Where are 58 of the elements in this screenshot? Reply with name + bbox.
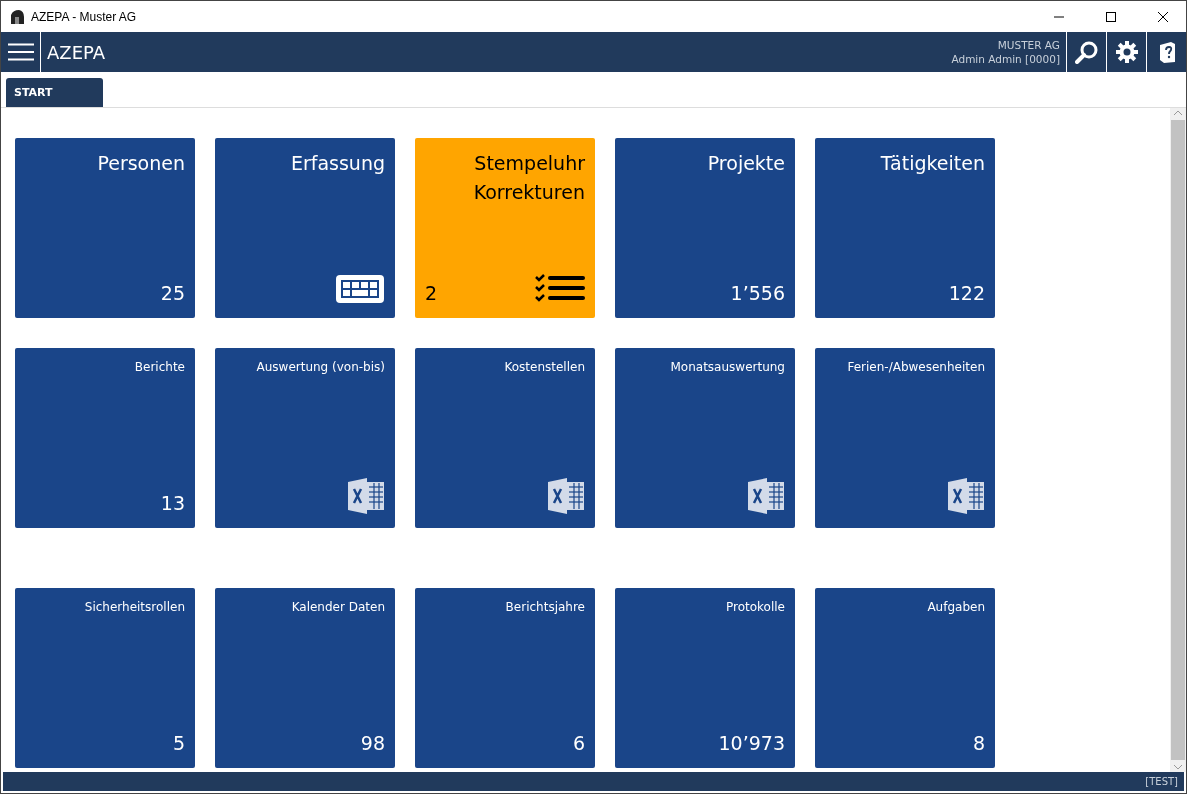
tile[interactable]: Kalender Daten 98 [215,588,395,768]
tile-count: 122 [948,282,985,304]
tile-title: Tätigkeiten [879,151,985,176]
tile-title: Protokolle [725,599,785,616]
tile-count: 98 [360,732,385,754]
search-icon [1074,40,1099,64]
tile[interactable]: Berichte 13 [15,348,195,528]
tab[interactable]: START [6,78,103,107]
tile-title: Kostenstellen [503,359,585,376]
settings-icon [1114,40,1139,64]
tile-title: Ferien-/Abwesenheiten [846,359,985,376]
tile[interactable]: Berichtsjahre 6 [415,588,595,768]
tile[interactable]: Personen 25 [15,138,195,318]
checklist-icon [535,274,585,304]
tile[interactable]: Tätigkeiten 122 [815,138,995,318]
tile-title: Auswertung (von-bis) [255,359,385,376]
tile-title: Berichte [133,359,185,376]
menu-icon [7,43,34,61]
tile[interactable]: Kostenstellen [415,348,595,528]
tile-title: Monatsauswertung [669,359,785,376]
tile[interactable]: Protokolle 10’973 [615,588,795,768]
tile[interactable]: Projekte 1’556 [615,138,795,318]
tile-title: Sicherheitsrollen [83,599,185,616]
app-icon [9,8,25,25]
tile[interactable]: Erfassung [215,138,395,318]
tile-count: 25 [160,282,185,304]
app-name: AZEPA [47,41,107,63]
keyboard-icon [335,274,385,304]
tile-count: 2 [425,282,438,304]
tile-count: 6 [572,732,585,754]
tile-count: 5 [172,732,185,754]
company-name: MUSTER AG [997,38,1060,52]
spreadsheet-icon [947,478,985,514]
tile[interactable]: Stempeluhr Korrekturen 2 [415,138,595,318]
spreadsheet-icon [547,478,585,514]
tile-title: Kalender Daten [290,599,385,616]
tile-count: 13 [160,492,185,514]
spreadsheet-icon [347,478,385,514]
tile[interactable]: Auswertung (von-bis) [215,348,395,528]
maximize-icon [1105,10,1117,23]
tile-count: 8 [972,732,985,754]
tile-count: 1’556 [730,282,785,304]
tile-title: Erfassung [289,151,385,176]
window-title: AZEPA - Muster AG [31,9,138,24]
close-icon [1157,10,1169,23]
tile-title: Projekte [706,151,785,176]
tile[interactable]: Monatsauswertung [615,348,795,528]
status-text: [TEST] [1145,776,1178,787]
tile-title: Stempeluhr Korrekturen [472,151,585,205]
tile-count: 10’973 [718,732,785,754]
user-name: Admin Admin [0000] [951,52,1060,66]
tile-title: Aufgaben [926,599,985,616]
tile[interactable]: Aufgaben 8 [815,588,995,768]
tile-title: Personen [96,151,185,176]
tile-title: Berichtsjahre [504,599,585,616]
tile[interactable]: Sicherheitsrollen 5 [15,588,195,768]
spreadsheet-icon [747,478,785,514]
tile[interactable]: Ferien-/Abwesenheiten [815,348,995,528]
